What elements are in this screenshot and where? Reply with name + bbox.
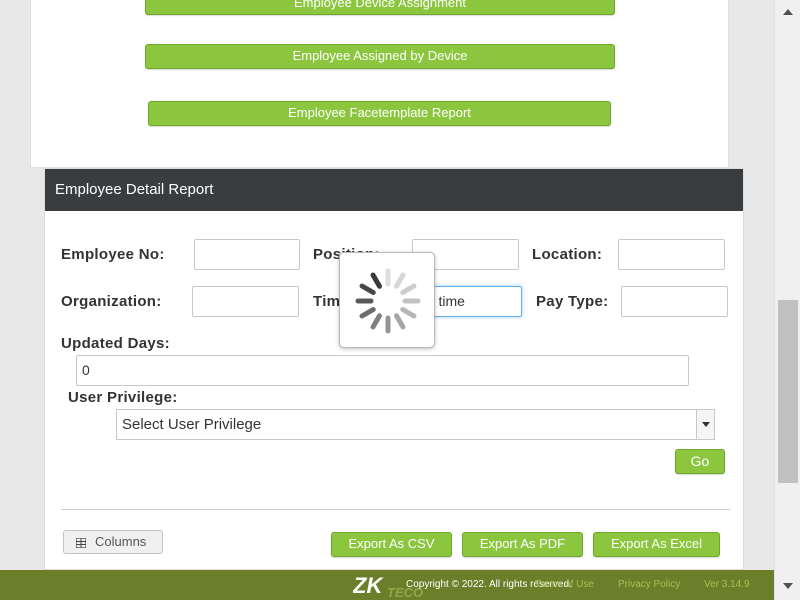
- chevron-down-icon[interactable]: [696, 410, 714, 439]
- spinner-icon: [355, 268, 421, 334]
- employee-assigned-by-device-button[interactable]: Employee Assigned by Device: [145, 44, 615, 69]
- scroll-thumb[interactable]: [778, 300, 798, 483]
- go-button[interactable]: Go: [675, 449, 725, 474]
- employee-device-assignment-button[interactable]: Employee Device Assignment: [145, 0, 615, 15]
- location-label: Location:: [532, 246, 603, 263]
- updated-days-input[interactable]: 0: [76, 355, 689, 386]
- scroll-down-icon[interactable]: [783, 583, 793, 589]
- export-csv-button[interactable]: Export As CSV: [331, 532, 452, 557]
- employee-no-input[interactable]: [194, 239, 300, 270]
- export-pdf-button[interactable]: Export As PDF: [462, 532, 583, 557]
- user-privilege-select[interactable]: Select User Privilege: [116, 409, 715, 440]
- user-privilege-label: User Privilege:: [68, 389, 178, 406]
- pay-type-input[interactable]: [621, 286, 728, 317]
- loading-spinner: [339, 252, 435, 348]
- organization-input[interactable]: [192, 286, 299, 317]
- svg-text:ZK: ZK: [353, 573, 384, 598]
- user-privilege-selected-value: Select User Privilege: [122, 416, 262, 433]
- footer: ZK TECO Copyright © 2022. All rights res…: [0, 570, 774, 600]
- divider: [61, 509, 730, 510]
- scroll-up-icon[interactable]: [783, 9, 793, 15]
- employee-no-label: Employee No:: [61, 246, 165, 263]
- export-excel-button[interactable]: Export As Excel: [593, 532, 720, 557]
- columns-button[interactable]: Columns: [63, 530, 163, 554]
- organization-label: Organization:: [61, 293, 162, 310]
- grid-icon: [76, 538, 86, 548]
- pay-type-label: Pay Type:: [536, 293, 609, 310]
- employee-detail-report-panel: Employee Detail Report Employee No: Posi…: [44, 168, 744, 570]
- vertical-scrollbar[interactable]: [774, 0, 800, 600]
- employee-facetemplate-report-button[interactable]: Employee Facetemplate Report: [148, 101, 611, 126]
- location-input[interactable]: [618, 239, 725, 270]
- columns-button-label: Columns: [95, 534, 147, 549]
- updated-days-label: Updated Days:: [61, 335, 170, 352]
- report-list-panel: Employee Device Assignment Employee Assi…: [30, 0, 729, 168]
- version-label: Ver 3.14.9: [704, 579, 750, 590]
- panel-title: Employee Detail Report: [45, 169, 743, 211]
- privacy-policy-link[interactable]: Privacy Policy: [618, 570, 680, 600]
- terms-of-use-link[interactable]: Terms of Use: [535, 570, 594, 600]
